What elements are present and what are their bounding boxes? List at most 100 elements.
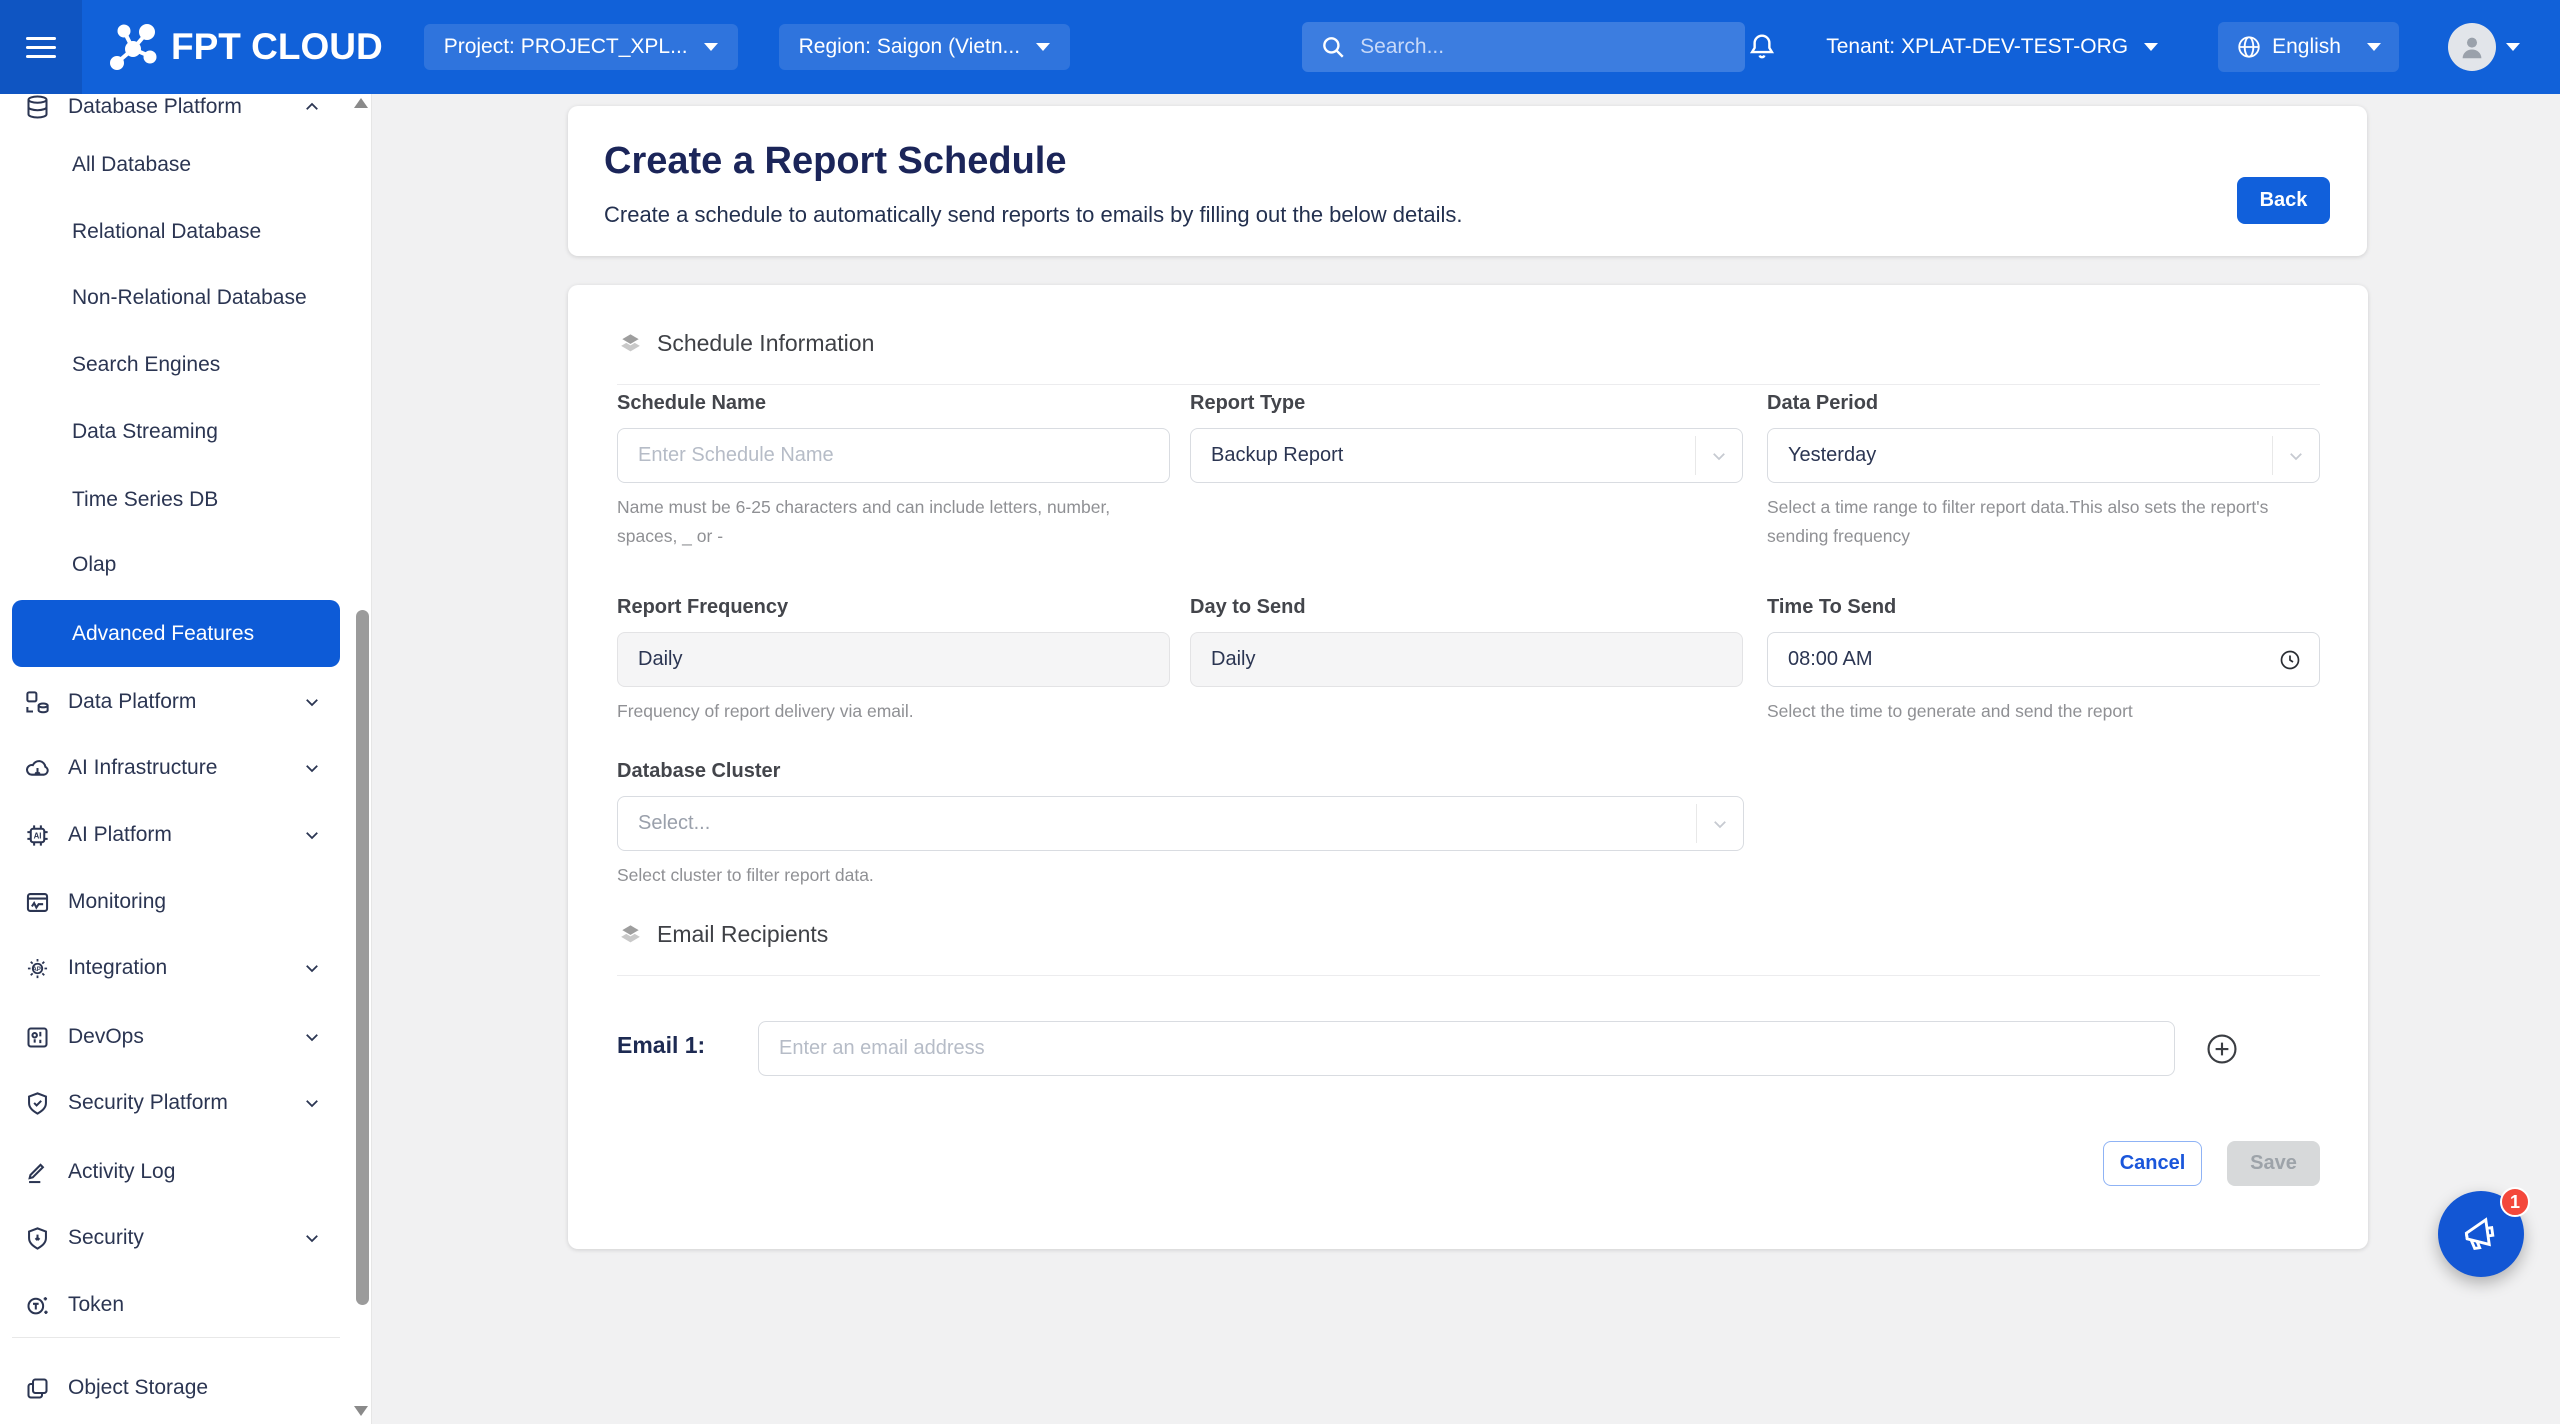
schedule-name-input[interactable] xyxy=(617,428,1170,483)
language-selector[interactable]: English xyxy=(2218,22,2399,72)
sidebar-item-label: Data Streaming xyxy=(72,420,218,444)
cancel-button[interactable]: Cancel xyxy=(2103,1141,2202,1186)
sidebar-item-relational-database[interactable]: Relational Database xyxy=(0,199,372,265)
report-frequency-hint: Frequency of report delivery via email. xyxy=(617,697,914,726)
chevron-down-icon xyxy=(1036,43,1050,51)
page-subtitle: Create a schedule to automatically send … xyxy=(604,202,1462,228)
sidebar-item-label: Database Platform xyxy=(68,95,242,119)
tenant-selector[interactable]: Tenant: XPLAT-DEV-TEST-ORG xyxy=(1826,35,2158,59)
sidebar-item-label: DevOps xyxy=(68,1025,144,1049)
search-input[interactable] xyxy=(1360,35,1727,59)
sidebar-scroll-down-icon[interactable] xyxy=(354,1406,368,1416)
schedule-information-section-header: Schedule Information xyxy=(617,330,874,357)
chevron-down-icon xyxy=(2286,447,2306,465)
sidebar-item-label: Search Engines xyxy=(72,353,220,377)
select-separator xyxy=(2272,436,2273,475)
clock-icon[interactable] xyxy=(2278,648,2302,672)
sidebar-item-token[interactable]: Token xyxy=(0,1272,372,1338)
sidebar-item-monitoring[interactable]: Monitoring xyxy=(0,869,372,935)
sidebar-item-label: Activity Log xyxy=(68,1160,175,1184)
chevron-down-icon xyxy=(303,1028,321,1046)
sidebar-item-time-series-db[interactable]: Time Series DB xyxy=(0,467,372,533)
database-cluster-placeholder: Select... xyxy=(638,812,710,835)
time-to-send-label: Time To Send xyxy=(1767,596,2320,619)
chevron-down-icon xyxy=(303,959,321,977)
sidebar-item-integration[interactable]: API Integration xyxy=(0,935,372,1001)
sidebar-item-ai-infrastructure[interactable]: AI Infrastructure xyxy=(0,735,372,801)
schedule-name-hint: Name must be 6-25 characters and can inc… xyxy=(617,493,1127,551)
report-type-select[interactable]: Backup Report xyxy=(1190,428,1743,483)
language-label: English xyxy=(2272,35,2341,59)
chevron-down-icon xyxy=(704,43,718,51)
sidebar-item-devops[interactable]: DevOps xyxy=(0,1004,372,1070)
sidebar-item-label: Non-Relational Database xyxy=(72,286,307,310)
time-to-send-field: Time To Send Select the time to generate… xyxy=(1767,596,2320,687)
sidebar-item-advanced-features[interactable]: Advanced Features xyxy=(12,600,340,667)
time-to-send-hint: Select the time to generate and send the… xyxy=(1767,697,2133,726)
sidebar-scroll-up-icon[interactable] xyxy=(354,98,368,108)
sidebar-item-data-streaming[interactable]: Data Streaming xyxy=(0,399,372,465)
search-icon xyxy=(1320,34,1346,60)
add-email-icon[interactable] xyxy=(2205,1032,2239,1066)
page-title: Create a Report Schedule xyxy=(604,140,1066,183)
sidebar-item-label: Security xyxy=(68,1226,144,1250)
data-period-field: Data Period Yesterday Select a time rang… xyxy=(1767,392,2320,483)
region-selector[interactable]: Region: Saigon (Vietn... xyxy=(779,24,1070,70)
time-to-send-input[interactable] xyxy=(1767,632,2320,687)
sidebar-item-non-relational-database[interactable]: Non-Relational Database xyxy=(0,265,372,331)
chevron-down-icon xyxy=(1710,815,1730,833)
region-selector-label: Region: Saigon (Vietn... xyxy=(799,35,1020,59)
report-type-value: Backup Report xyxy=(1211,444,1343,467)
sidebar-item-label: AI Platform xyxy=(68,823,172,847)
token-icon xyxy=(24,1292,51,1319)
sidebar-item-activity-log[interactable]: Activity Log xyxy=(0,1139,372,1205)
back-button[interactable]: Back xyxy=(2237,177,2330,224)
report-schedule-form-card: Schedule Information Schedule Name Name … xyxy=(568,285,2368,1249)
project-selector[interactable]: Project: PROJECT_XPL... xyxy=(424,24,738,70)
top-navbar: FPT CLOUD Project: PROJECT_XPL... Region… xyxy=(0,0,2560,94)
chevron-down-icon xyxy=(303,1094,321,1112)
select-separator xyxy=(1695,436,1696,475)
navbar-right-cluster: Tenant: XPLAT-DEV-TEST-ORG English xyxy=(1745,22,2560,72)
email-1-label: Email 1: xyxy=(617,1032,705,1059)
monitoring-icon xyxy=(24,889,51,916)
cloud-icon xyxy=(24,755,51,782)
pen-icon xyxy=(24,1159,51,1186)
layers-icon xyxy=(617,330,644,357)
sidebar-item-label: AI Infrastructure xyxy=(68,756,217,780)
sidebar-item-olap[interactable]: Olap xyxy=(0,532,372,598)
sidebar-item-ai-platform[interactable]: AI AI Platform xyxy=(0,802,372,868)
data-platform-icon xyxy=(24,689,51,716)
day-to-send-input xyxy=(1190,632,1743,687)
sidebar-toggle-button[interactable] xyxy=(0,0,82,94)
main-content: Create a Report Schedule Create a schedu… xyxy=(372,94,2560,1424)
sidebar-item-search-engines[interactable]: Search Engines xyxy=(0,332,372,398)
database-cluster-select[interactable]: Select... xyxy=(617,796,1744,851)
chevron-down-icon xyxy=(2144,43,2158,51)
sidebar-scrollbar-thumb[interactable] xyxy=(356,610,369,1305)
sidebar-navigation: Database Platform All Database Relationa… xyxy=(0,94,372,1424)
menu-icon xyxy=(26,37,56,58)
notification-bell-icon[interactable] xyxy=(1745,30,1779,64)
sidebar-item-security-platform[interactable]: Security Platform xyxy=(0,1070,372,1136)
sidebar-divider xyxy=(12,1337,340,1338)
sidebar-item-all-database[interactable]: All Database xyxy=(0,132,372,198)
sidebar-item-label: Monitoring xyxy=(68,890,166,914)
report-type-label: Report Type xyxy=(1190,392,1743,415)
chevron-down-icon xyxy=(303,759,321,777)
sidebar-item-security[interactable]: Security xyxy=(0,1205,372,1271)
chevron-down-icon xyxy=(303,826,321,844)
sidebar-item-object-storage[interactable]: Object Storage xyxy=(0,1355,372,1421)
announcements-fab[interactable]: 1 xyxy=(2438,1191,2524,1277)
tenant-label: Tenant: XPLAT-DEV-TEST-ORG xyxy=(1826,35,2128,59)
section-title: Schedule Information xyxy=(657,330,874,357)
save-button[interactable]: Save xyxy=(2227,1141,2320,1186)
email-1-input[interactable] xyxy=(758,1021,2175,1076)
data-period-select[interactable]: Yesterday xyxy=(1767,428,2320,483)
fpt-cloud-logo-icon xyxy=(105,19,161,75)
user-menu[interactable] xyxy=(2448,23,2520,71)
sidebar-item-data-platform[interactable]: Data Platform xyxy=(0,669,372,735)
chevron-down-icon xyxy=(2367,43,2381,51)
megaphone-icon xyxy=(2458,1211,2504,1257)
data-period-value: Yesterday xyxy=(1788,444,1876,467)
